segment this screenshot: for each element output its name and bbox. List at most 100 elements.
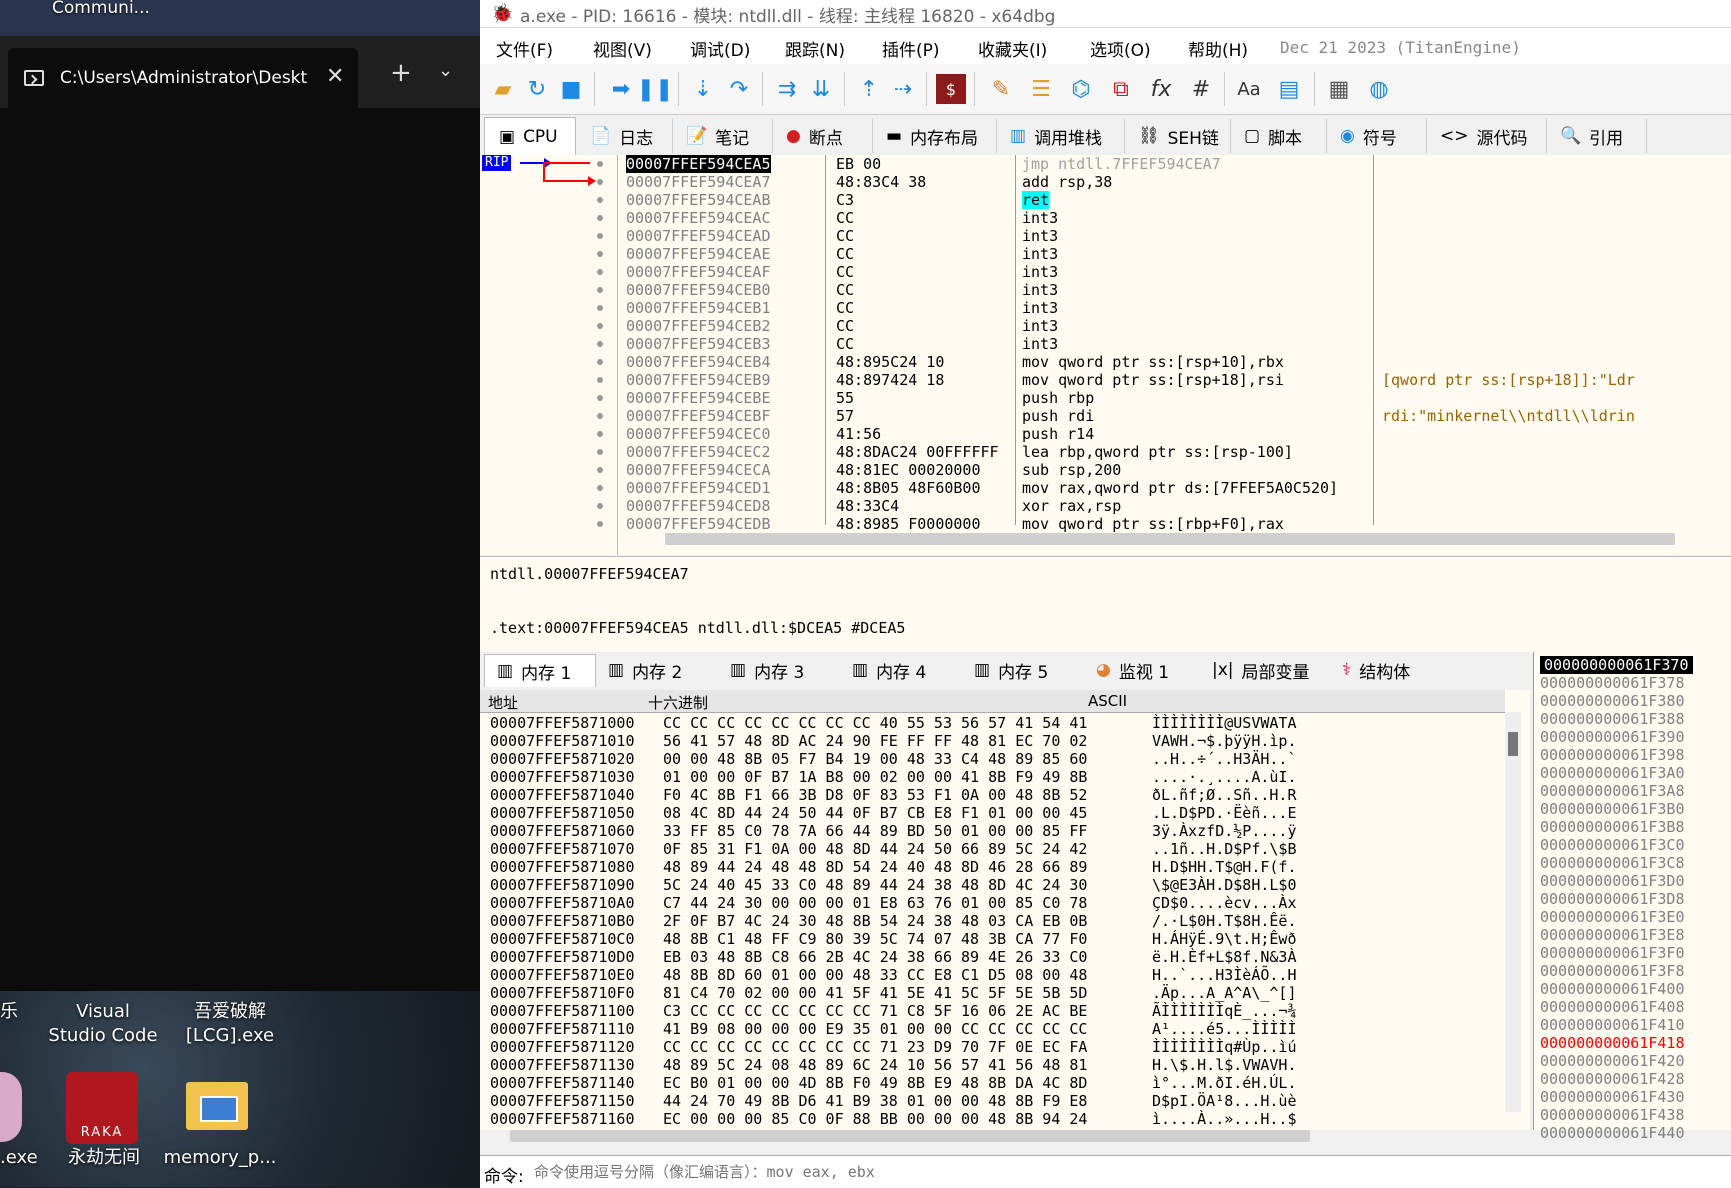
disasm-row[interactable]: 00007FFEF594CECA 48:81EC 00020000 sub rsp,… [620, 461, 1731, 479]
stack-row[interactable]: 000000000061F3D0 [1540, 872, 1685, 890]
calculator-icon[interactable]: ▦ [1324, 74, 1354, 104]
tab-dump-3[interactable]: ▥ 内存 3 [722, 654, 838, 686]
disasm-row[interactable]: 00007FFEF594CEAB C3 ret [620, 191, 1731, 209]
open-icon[interactable]: ▰ [488, 74, 518, 104]
bookmarks-icon[interactable]: ⧉ [1106, 74, 1136, 104]
breakpoint-dot[interactable] [597, 179, 603, 185]
disasm-row[interactable]: 00007FFEF594CEB0 CC int3 [620, 281, 1731, 299]
tab-log[interactable]: 📄 日志 [576, 119, 673, 153]
disasm-row[interactable]: 00007FFEF594CEC0 41:56 push r14 [620, 425, 1731, 443]
stack-row[interactable]: 000000000061F398 [1540, 746, 1685, 764]
stack-row[interactable]: 000000000061F3A8 [1540, 782, 1685, 800]
tab-source[interactable]: <> 源代码 [1426, 119, 1547, 153]
breakpoint-dot[interactable] [597, 485, 603, 491]
stack-row[interactable]: 000000000061F3A0 [1540, 764, 1685, 782]
step-into-icon[interactable]: ⇣ [688, 74, 718, 104]
lcg-icon-label[interactable]: 吾爱破解 [LCG].exe [170, 1000, 290, 1048]
stack-row[interactable]: 000000000061F3C0 [1540, 836, 1685, 854]
menu-trace[interactable]: 跟踪(N) [785, 36, 845, 61]
breakpoint-dot[interactable] [597, 287, 603, 293]
breakpoint-dot[interactable] [597, 377, 603, 383]
tab-dump-4[interactable]: ▥ 内存 4 [844, 654, 960, 686]
exe-icon-label[interactable]: .exe [0, 1146, 38, 1170]
pause-icon[interactable]: ❚❚ [637, 74, 674, 104]
vertical-scrollbar[interactable] [1505, 712, 1521, 1112]
disasm-row[interactable]: 00007FFEF594CEDB 48:8985 F0000000 mov qwor… [620, 515, 1731, 533]
labels-icon[interactable]: ⌬ [1066, 74, 1096, 104]
stack-row[interactable]: 000000000061F3B8 [1540, 818, 1685, 836]
breakpoint-dot[interactable] [597, 413, 603, 419]
desktop-icon-label[interactable]: 乐 [0, 1000, 18, 1024]
horizontal-scrollbar[interactable] [665, 533, 1675, 545]
disasm-row[interactable]: 00007FFEF594CEAF CC int3 [620, 263, 1731, 281]
disasm-row[interactable]: 00007FFEF594CEB9 48:897424 18 mov qword pt… [620, 371, 1731, 389]
step-over-icon[interactable]: ↷ [724, 74, 754, 104]
stack-row[interactable]: 000000000061F3E0 [1540, 908, 1685, 926]
functions-icon[interactable]: fx [1146, 74, 1176, 104]
tab-script[interactable]: ▢ 脚本 [1230, 119, 1327, 153]
breakpoint-dot[interactable] [597, 503, 603, 509]
stack-row[interactable]: 000000000061F430 [1540, 1088, 1685, 1106]
tab-dump-1[interactable]: ▥ 内存 1 [484, 654, 596, 687]
stop-icon[interactable]: ■ [556, 74, 586, 104]
breakpoint-dot[interactable] [597, 359, 603, 365]
breakpoint-dot[interactable] [597, 521, 603, 527]
chevron-down-icon[interactable]: ⌄ [438, 60, 453, 81]
stack-row[interactable]: 000000000061F380 [1540, 692, 1685, 710]
tab-cpu[interactable]: ▣ CPU [484, 117, 576, 156]
breakpoint-dot[interactable] [597, 449, 603, 455]
run-icon[interactable]: ➡ [606, 74, 636, 104]
stack-view[interactable]: 000000000061F370 000000000061F378 00000000… [1533, 652, 1731, 1142]
app-icon[interactable] [0, 1072, 22, 1142]
tab-breakpoints[interactable]: ● 断点 [772, 119, 873, 153]
disasm-row[interactable]: 00007FFEF594CEB3 CC int3 [620, 335, 1731, 353]
tab-locals[interactable]: |x| 局部变量 [1204, 654, 1328, 686]
menu-help[interactable]: 帮助(H) [1188, 36, 1248, 61]
tab-dump-5[interactable]: ▥ 内存 5 [966, 654, 1082, 686]
stack-row[interactable]: 000000000061F428 [1540, 1070, 1685, 1088]
trace-into-icon[interactable]: ⇉ [772, 74, 802, 104]
disasm-row[interactable]: 00007FFEF594CED8 48:33C4 xor rax,rsp [620, 497, 1731, 515]
restart-icon[interactable]: ↻ [522, 74, 552, 104]
close-icon[interactable]: ✕ [326, 64, 344, 89]
breakpoint-dot[interactable] [597, 323, 603, 329]
stack-row[interactable]: 000000000061F378 [1540, 674, 1685, 692]
execute-till-return-icon[interactable]: ⇡ [854, 74, 884, 104]
disasm-row[interactable]: 00007FFEF594CEBE 55 push rbp [620, 389, 1731, 407]
breakpoint-dot[interactable] [597, 341, 603, 347]
command-input[interactable] [532, 1159, 1726, 1185]
trace-over-icon[interactable]: ⇊ [806, 74, 836, 104]
tab-references[interactable]: 🔍 引用 [1546, 119, 1647, 153]
breakpoint-dot[interactable] [597, 197, 603, 203]
stack-row[interactable]: 000000000061F438 [1540, 1106, 1685, 1124]
tab-call-stack[interactable]: ▥ 调用堆栈 [996, 119, 1125, 153]
font-icon[interactable]: Aa [1234, 74, 1264, 104]
menu-file[interactable]: 文件(F) [496, 36, 553, 61]
disasm-row[interactable]: 00007FFEF594CEB1 CC int3 [620, 299, 1731, 317]
disasm-row[interactable]: 00007FFEF594CEAC CC int3 [620, 209, 1731, 227]
stack-row[interactable]: 000000000061F388 [1540, 710, 1685, 728]
breakpoint-dot[interactable] [597, 233, 603, 239]
menu-plugins[interactable]: 插件(P) [882, 36, 940, 61]
breakpoint-dot[interactable] [597, 215, 603, 221]
tab-seh[interactable]: ⛓ SEH链 [1124, 119, 1231, 153]
tab-watch-1[interactable]: ◕ 监视 1 [1088, 654, 1198, 686]
stack-row[interactable]: 000000000061F408 [1540, 998, 1685, 1016]
tab-dump-2[interactable]: ▥ 内存 2 [600, 654, 716, 686]
vscode-icon-label[interactable]: Visual Studio Code [48, 1000, 158, 1048]
globe-icon[interactable]: ◍ [1364, 74, 1394, 104]
disasm-row[interactable]: 00007FFEF594CEC2 48:8DAC24 00FFFFFF lea rb… [620, 443, 1731, 461]
memory-dump-view[interactable]: 地址 十六进制 ASCII 00007FFEF5871000 CC CC CC C… [480, 690, 1530, 1142]
disasm-row[interactable]: 00007FFEF594CEBF 57 push rdi rdi:"minkernel… [620, 407, 1731, 425]
breakpoint-dot[interactable] [597, 395, 603, 401]
tab-struct[interactable]: ⚕ 结构体 [1334, 654, 1454, 686]
stack-row[interactable]: 000000000061F390 [1540, 728, 1685, 746]
script-icon[interactable]: $ [936, 74, 966, 104]
disasm-row[interactable]: 00007FFEF594CEA5 EB 00 jmp ntdll.7FFEF594C… [620, 155, 1731, 173]
tab-notes[interactable]: 📝 笔记 [672, 119, 773, 153]
breakpoint-dot[interactable] [597, 305, 603, 311]
memory-folder-label[interactable]: memory_p... [160, 1146, 280, 1170]
new-tab-button[interactable]: + [390, 58, 412, 88]
breakpoint-dot[interactable] [597, 269, 603, 275]
menu-debug[interactable]: 调试(D) [690, 36, 750, 61]
